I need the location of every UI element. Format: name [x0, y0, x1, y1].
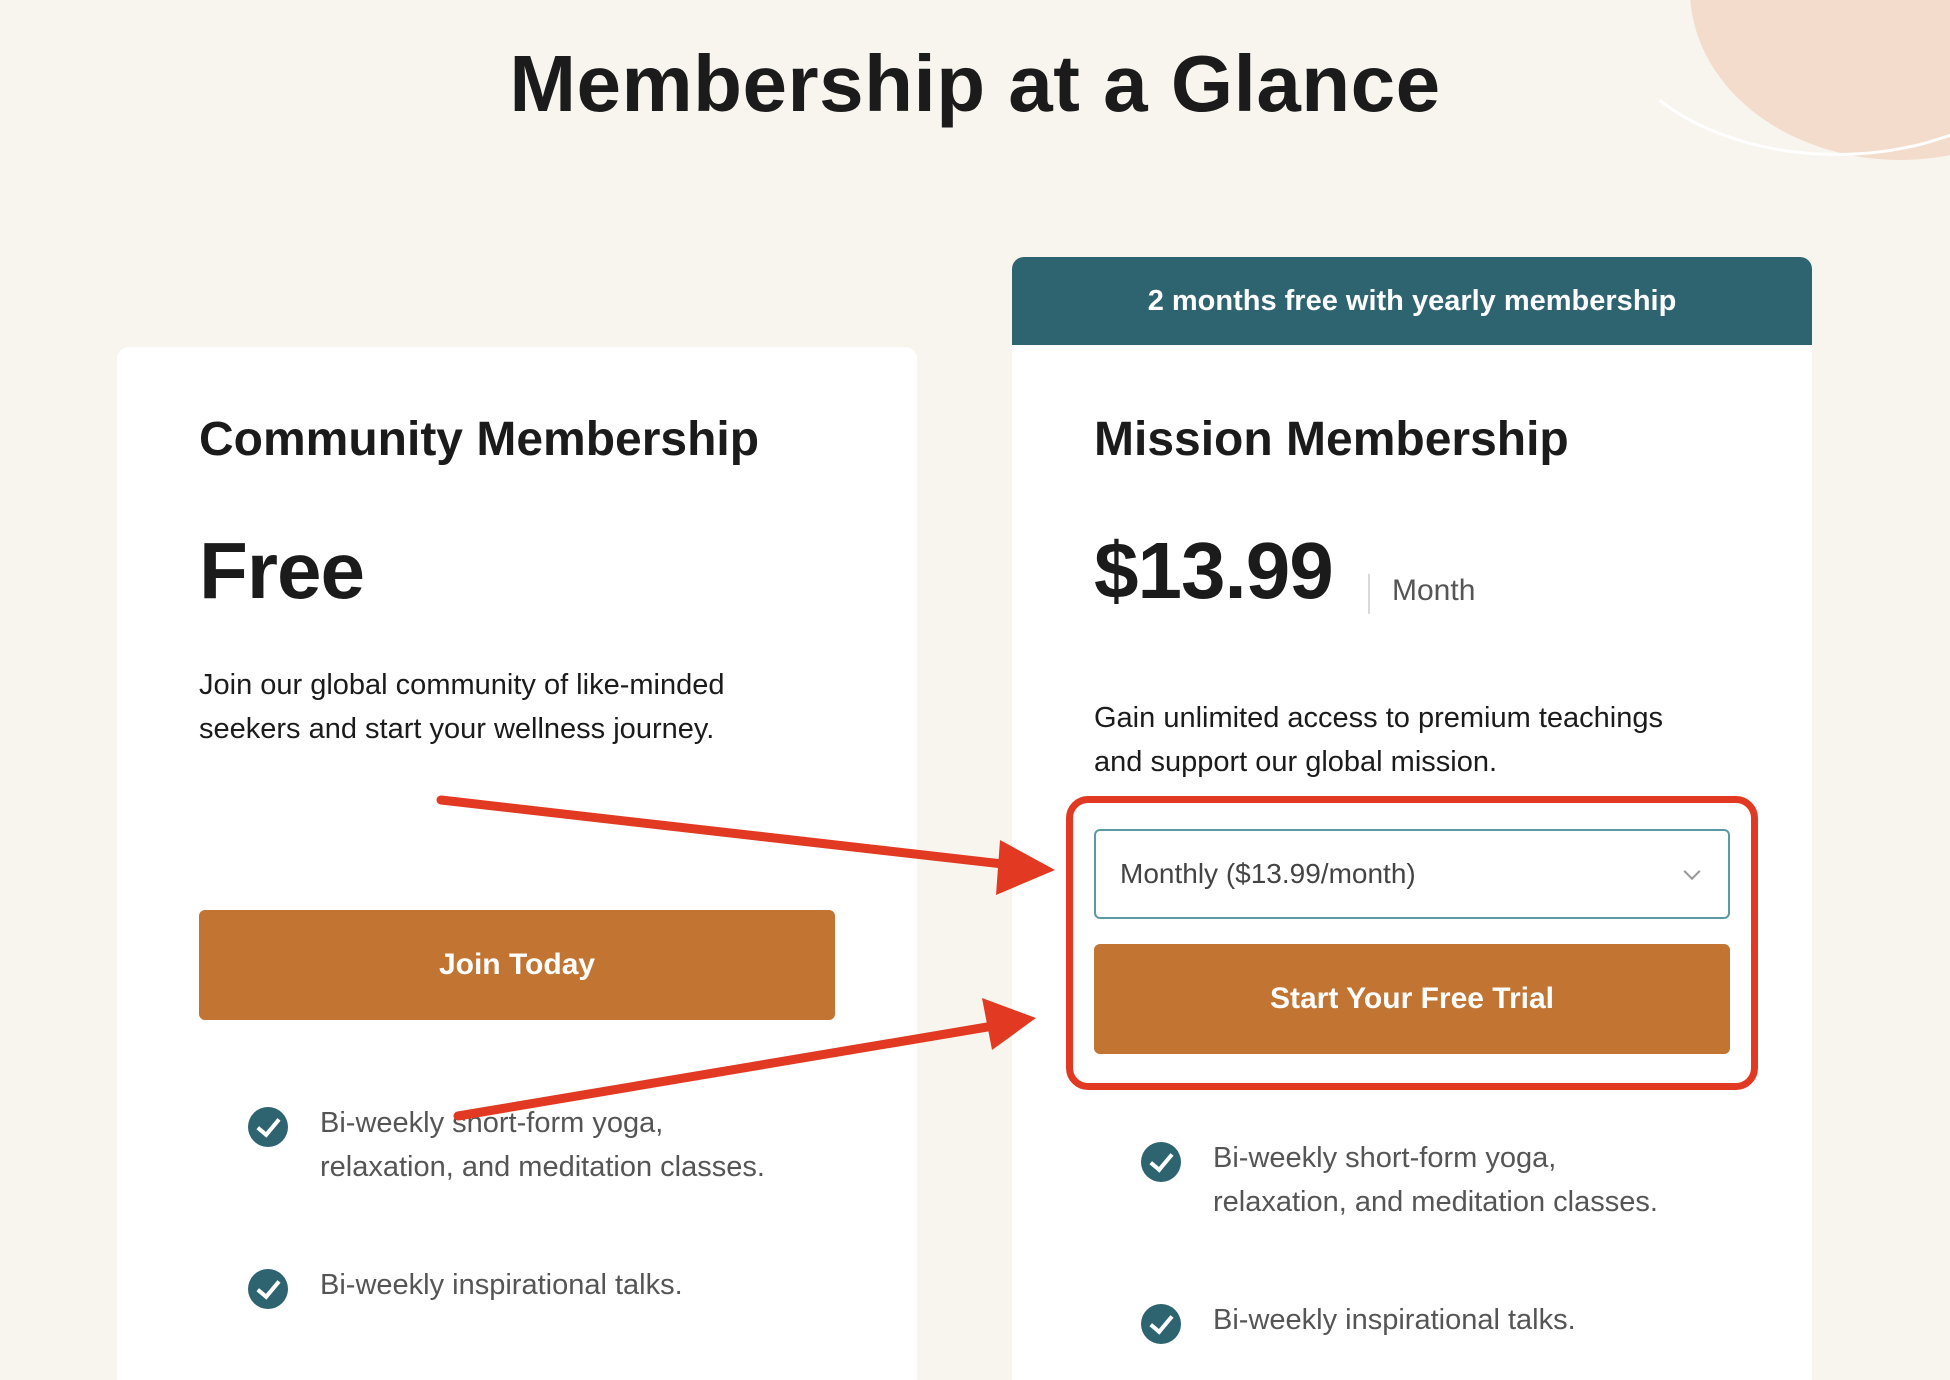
annotation-arrows — [436, 795, 1055, 1121]
membership-page: Membership at a Glance Community Members… — [0, 0, 1950, 1380]
annotation-arrow-to-trial-button — [453, 998, 1036, 1121]
annotation-arrow-to-select — [436, 795, 1055, 895]
